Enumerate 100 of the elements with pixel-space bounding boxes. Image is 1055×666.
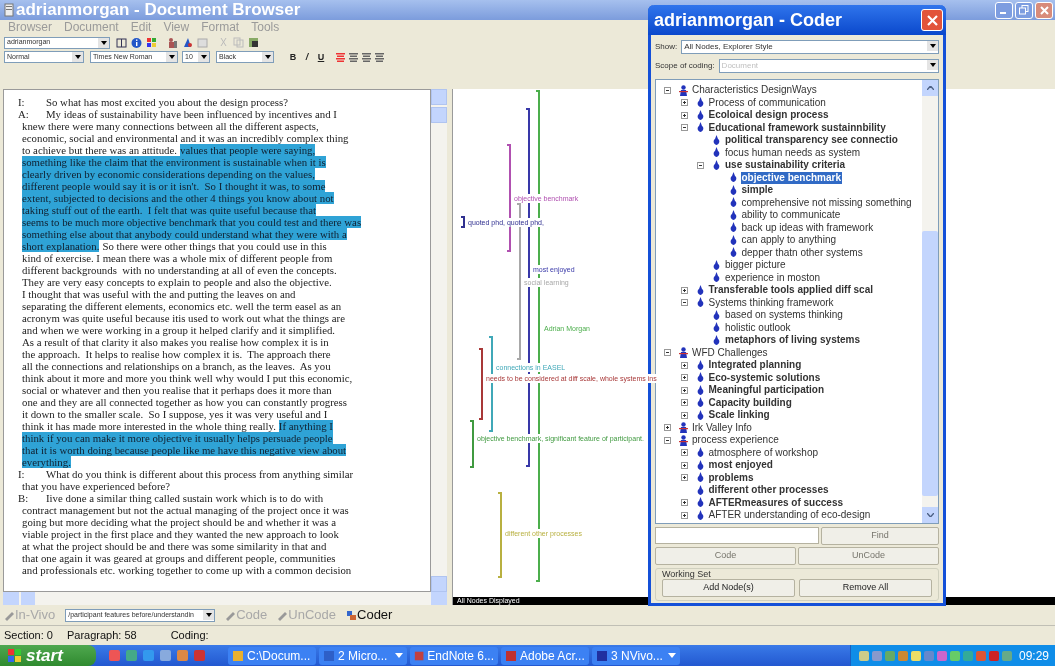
tree-item[interactable]: process experience	[691, 434, 780, 447]
tree-item[interactable]: AFTER understanding of eco-design	[707, 509, 872, 522]
tree-item[interactable]: ability to communicate	[740, 209, 842, 222]
tree-item[interactable]: Meaningful participation	[707, 384, 826, 397]
working-set-button[interactable]: Add Node(s)	[662, 579, 795, 597]
toolbar-button[interactable]: Coder	[346, 608, 393, 622]
text-line: that you have experienced before?	[22, 480, 171, 492]
tree-item[interactable]: political transparency see connectio	[724, 134, 899, 147]
grid-icon[interactable]	[146, 37, 157, 48]
tree-item[interactable]: Characteristics DesignWays	[691, 84, 818, 97]
tree-item[interactable]: objective benchmark	[740, 171, 842, 184]
tree-item[interactable]: Integrated planning	[707, 359, 803, 372]
collapse-icon[interactable]	[680, 299, 688, 307]
tree-item[interactable]: Irk Valley Info	[691, 421, 753, 434]
taskbar-button[interactable]: Adobe Acr...	[501, 646, 589, 665]
tree-item[interactable]: comprehensive not missing something	[740, 196, 913, 209]
tree-item[interactable]: depper thatn other systems	[740, 246, 864, 259]
expand-icon[interactable]	[680, 474, 688, 482]
taskbar-button[interactable]: 3 NVivo...	[592, 646, 680, 665]
tree-item[interactable]: Systems thinking framework	[707, 296, 835, 309]
expand-icon[interactable]	[680, 499, 688, 507]
align-center-icon[interactable]	[349, 52, 358, 62]
tray-icon[interactable]	[859, 650, 869, 661]
tree-item[interactable]: simple	[740, 184, 775, 197]
expand-icon[interactable]	[680, 374, 688, 382]
node-icon	[728, 184, 738, 196]
tree-item[interactable]: based on systems thinking	[724, 309, 844, 322]
highlighted-text: clearly driven by economic considerations depending on the values,	[22, 168, 315, 180]
people-icon[interactable]	[167, 37, 178, 48]
tree-item[interactable]: Scale linking	[707, 409, 771, 422]
collapse-icon[interactable]	[664, 86, 671, 94]
bold-button[interactable]: B	[288, 51, 298, 63]
close-button[interactable]	[921, 9, 943, 31]
working-set-button[interactable]: Remove All	[799, 579, 932, 597]
close-button[interactable]	[1035, 1, 1053, 19]
underline-button[interactable]: U	[316, 51, 326, 63]
expand-icon[interactable]	[680, 286, 688, 294]
taskbar-button[interactable]: EndNote 6...	[410, 646, 498, 665]
tree-item[interactable]: WFD Challenges	[691, 346, 769, 359]
expand-icon[interactable]	[680, 361, 688, 369]
align-left-icon[interactable]	[336, 52, 345, 62]
tree-item[interactable]: holistic outlook	[724, 321, 792, 334]
expand-icon[interactable]	[680, 411, 688, 419]
book-icon[interactable]	[116, 37, 127, 48]
tree-item[interactable]: Eco-systemic solutions	[707, 371, 822, 384]
highlighted-text: something like the claim that the environment is sustainable when it is	[22, 156, 326, 168]
start-button[interactable]: start	[0, 645, 96, 666]
collapse-icon[interactable]	[697, 161, 704, 169]
italic-button[interactable]: /	[302, 51, 312, 63]
expand-icon[interactable]	[680, 111, 688, 119]
tree-item[interactable]: Process of communication	[707, 96, 827, 109]
align-right-icon[interactable]	[362, 52, 371, 62]
tree-item[interactable]: use sustainability criteria	[724, 159, 847, 172]
tree-item[interactable]: experience in moston	[724, 271, 822, 284]
tree-item[interactable]: metaphors of living systems	[724, 334, 862, 347]
collapse-icon[interactable]	[664, 349, 671, 357]
tree-item[interactable]: can apply to anything	[740, 234, 837, 247]
collapse-icon[interactable]	[680, 124, 688, 132]
tree-item[interactable]: problems	[707, 471, 755, 484]
tree-item[interactable]: back up ideas with framework	[740, 221, 875, 234]
expand-icon[interactable]	[680, 386, 688, 394]
app-icon[interactable]	[176, 649, 189, 662]
tree-item[interactable]: atmosphere of workshop	[707, 446, 819, 459]
tray-icon[interactable]	[911, 650, 921, 661]
search-field[interactable]	[655, 527, 819, 544]
tree-item[interactable]: AFTERmeasures of success	[707, 496, 844, 509]
expand-icon[interactable]	[680, 461, 688, 469]
justify-icon[interactable]	[375, 52, 384, 62]
taskbar-button[interactable]: C:\Docum...	[228, 646, 316, 665]
tree-item[interactable]: bigger picture	[724, 259, 787, 272]
tree-item[interactable]: different other processes	[707, 484, 830, 497]
scroll-up-icon[interactable]	[926, 86, 934, 90]
tree-item[interactable]: Educational framework sustainnbility	[707, 121, 887, 134]
node-icon	[712, 134, 721, 146]
expand-icon[interactable]	[664, 424, 671, 432]
tree-item[interactable]: focus human needs as system	[724, 146, 862, 159]
expand-icon[interactable]	[680, 399, 688, 407]
collapse-icon[interactable]	[664, 436, 671, 444]
node-icon	[728, 197, 738, 209]
minimize-button[interactable]	[995, 1, 1013, 19]
expand-icon[interactable]	[680, 99, 688, 107]
vertical-scrollbar[interactable]	[431, 89, 447, 592]
paste-icon[interactable]	[248, 37, 259, 48]
horizontal-scrollbar[interactable]	[3, 592, 447, 605]
tree-item[interactable]: Ecoloical design process	[707, 109, 830, 122]
taskbar-button[interactable]: 2 Micro...	[319, 646, 407, 665]
node-icon	[728, 247, 738, 259]
info-icon[interactable]	[131, 37, 142, 48]
highlighted-text: values that people were saying,	[180, 144, 316, 156]
app-icon[interactable]	[159, 649, 172, 662]
expand-icon[interactable]	[680, 449, 688, 457]
tree-item[interactable]: most enjoyed	[707, 459, 774, 472]
scroll-down-icon[interactable]	[926, 513, 934, 517]
tree-item[interactable]: Capacity building	[707, 396, 793, 409]
show-dropdown[interactable]: All Nodes, Explorer Style	[681, 40, 939, 54]
restore-button[interactable]	[1015, 1, 1033, 19]
node-icon	[695, 409, 705, 421]
tree-scrollbar[interactable]	[922, 80, 938, 523]
expand-icon[interactable]	[680, 511, 688, 519]
tree-item[interactable]: Transferable tools applied diff scal	[707, 284, 874, 297]
